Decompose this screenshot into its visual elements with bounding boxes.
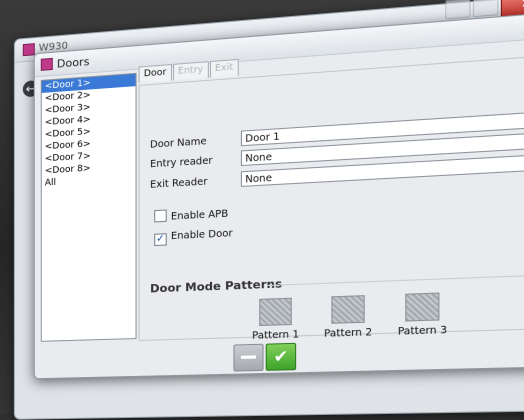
pattern-2-button[interactable]: Pattern 2: [315, 295, 382, 341]
checkmark-icon[interactable]: ✓: [154, 233, 167, 246]
entry-reader-label: Entry reader: [150, 155, 213, 170]
pattern-3-button[interactable]: Pattern 3: [388, 292, 456, 338]
pattern-icon: [405, 292, 439, 321]
tab-entry: Entry: [173, 61, 209, 80]
door-name-label: Door Name: [150, 136, 207, 151]
tab-exit: Exit: [210, 59, 239, 78]
minimize-button[interactable]: [445, 0, 470, 19]
ok-button[interactable]: ✔: [266, 343, 296, 371]
pattern-label: Pattern 2: [315, 327, 382, 341]
enable-door-label: Enable Door: [171, 228, 233, 242]
entry-reader-value: None: [245, 152, 272, 165]
pattern-label: Pattern 1: [243, 329, 308, 342]
pattern-icon: [331, 295, 364, 324]
pattern-1-button[interactable]: Pattern 1: [243, 297, 308, 342]
enable-apb-checkbox[interactable]: Enable APB: [154, 206, 228, 223]
scene: W930 ✕ ← Doors <Door 1> <Door 2> <Door 3…: [0, 0, 524, 414]
door-list[interactable]: <Door 1> <Door 2> <Door 3> <Door 4> <Doo…: [41, 73, 137, 342]
door-mode-patterns-title: Door Mode Patterns: [150, 277, 282, 295]
exit-reader-label: Exit Reader: [150, 176, 207, 191]
cancel-button[interactable]: [233, 344, 263, 372]
enable-apb-label: Enable APB: [171, 208, 228, 222]
checkmark-icon: ✔: [274, 346, 289, 366]
tab-door[interactable]: Door: [139, 64, 172, 83]
app-icon: [23, 43, 35, 56]
maximize-button[interactable]: [473, 0, 499, 17]
exit-reader-value: None: [245, 173, 272, 186]
pattern-icon: [259, 298, 292, 326]
dialog-app-icon: [41, 58, 53, 71]
doors-dialog: Doors <Door 1> <Door 2> <Door 3> <Door 4…: [34, 11, 524, 380]
group-divider: [267, 274, 524, 286]
pattern-label: Pattern 3: [388, 324, 456, 338]
minus-icon: [241, 355, 256, 359]
door-panel: Door Name Door 1 Entry reader None Exit …: [139, 54, 524, 341]
checkbox-box[interactable]: [154, 209, 167, 222]
dialog-title: Doors: [57, 55, 90, 71]
enable-door-checkbox[interactable]: ✓ Enable Door: [154, 228, 232, 246]
